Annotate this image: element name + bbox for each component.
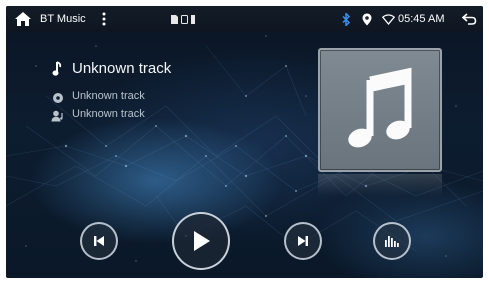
back-icon[interactable] (462, 6, 477, 32)
clock: 05:45 AM (398, 13, 445, 25)
skip-previous-icon (94, 236, 104, 246)
storage-icon (191, 6, 195, 32)
album-artwork (318, 48, 442, 172)
usb-icon (181, 6, 188, 32)
music-note-icon (348, 67, 412, 148)
play-button[interactable] (172, 212, 230, 270)
track-artist: Unknown track (72, 108, 145, 120)
artwork-reflection (318, 174, 442, 196)
bluetooth-icon (342, 6, 351, 32)
track-title: Unknown track (72, 60, 172, 77)
location-icon (362, 6, 372, 32)
skip-next-icon (298, 236, 308, 246)
next-button[interactable] (284, 222, 322, 260)
artist-icon (51, 109, 65, 127)
app-title: BT Music (40, 13, 86, 25)
equalizer-icon (385, 236, 399, 247)
status-bar: BT Music 05:45 AM (6, 6, 483, 32)
track-album: Unknown track (72, 90, 145, 102)
album-icon (52, 91, 64, 109)
music-player-screen: BT Music 05:45 AM Unknown track Unknown … (6, 6, 483, 278)
play-icon (194, 231, 210, 251)
home-icon[interactable] (14, 6, 32, 32)
previous-button[interactable] (80, 222, 118, 260)
sd-card-icon (170, 6, 178, 32)
wifi-icon (382, 6, 395, 32)
note-icon (52, 61, 62, 82)
menu-dots-icon[interactable] (102, 6, 106, 32)
equalizer-button[interactable] (373, 222, 411, 260)
